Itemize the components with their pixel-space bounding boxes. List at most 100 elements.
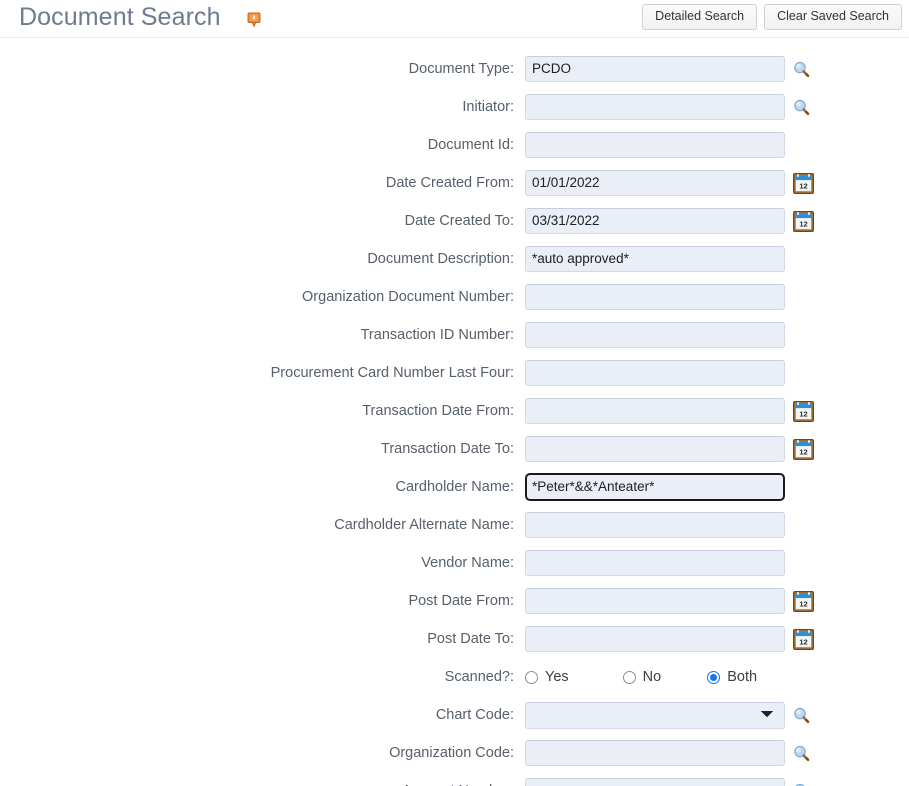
label-date-created-from: Date Created From:: [385, 174, 514, 191]
detailed-search-button[interactable]: Detailed Search: [642, 4, 758, 30]
icon-slot-empty: [785, 550, 817, 576]
magnifier-lookup-icon-account-number[interactable]: [785, 778, 817, 786]
input-cardholder-name[interactable]: [525, 473, 785, 501]
calendar-picker-icon-transaction-date-to[interactable]: 12: [785, 436, 817, 462]
radio-scanned-yes[interactable]: Yes: [525, 669, 569, 685]
field-transaction-date-to: 12: [525, 436, 817, 462]
input-post-date-to[interactable]: [525, 626, 785, 652]
magnifier-lookup-icon-chart-code[interactable]: [785, 702, 817, 728]
form-row-procurement-card-number-last-four: Procurement Card Number Last Four:: [0, 354, 909, 392]
document-search-form: Document Type: Initiator: Document Id: Date…: [0, 38, 909, 786]
form-row-cardholder-name: Cardholder Name:: [0, 468, 909, 506]
form-row-cardholder-alternate-name: Cardholder Alternate Name:: [0, 506, 909, 544]
field-organization-document-number: [525, 284, 817, 310]
label-organization-code: Organization Code:: [389, 744, 514, 761]
field-scanned: Yes No Both: [525, 664, 789, 690]
label-initiator: Initiator:: [462, 98, 514, 115]
help-tooltip-icon[interactable]: [247, 12, 261, 28]
calendar-picker-icon-date-created-to[interactable]: 12: [785, 208, 817, 234]
label-organization-document-number: Organization Document Number:: [302, 288, 514, 305]
magnifier-lookup-icon-initiator[interactable]: [785, 94, 817, 120]
svg-text:12: 12: [799, 219, 807, 228]
form-row-post-date-to: Post Date To: 12: [0, 620, 909, 658]
input-document-type[interactable]: [525, 56, 785, 82]
svg-text:12: 12: [799, 181, 807, 190]
label-post-date-to: Post Date To:: [427, 630, 514, 647]
form-row-document-id: Document Id:: [0, 126, 909, 164]
form-row-organization-document-number: Organization Document Number:: [0, 278, 909, 316]
field-post-date-from: 12: [525, 588, 817, 614]
label-document-type: Document Type:: [408, 60, 514, 77]
field-date-created-to: 12: [525, 208, 817, 234]
label-document-description: Document Description:: [367, 250, 514, 267]
field-chart-code: [525, 701, 817, 729]
radio-button-no[interactable]: [622, 670, 636, 684]
input-date-created-to[interactable]: [525, 208, 785, 234]
radio-label-yes: Yes: [545, 669, 569, 685]
svg-text:12: 12: [799, 409, 807, 418]
field-document-description: [525, 246, 817, 272]
radio-button-yes[interactable]: [525, 670, 538, 684]
field-vendor-name: [525, 550, 817, 576]
svg-text:12: 12: [799, 599, 807, 608]
label-chart-code: Chart Code:: [435, 706, 514, 723]
input-cardholder-alternate-name[interactable]: [525, 512, 785, 538]
input-procurement-card-number-last-four[interactable]: [525, 360, 785, 386]
select-chart-code[interactable]: [525, 701, 785, 729]
label-cardholder-alternate-name: Cardholder Alternate Name:: [334, 516, 514, 533]
radio-label-both: Both: [727, 669, 758, 685]
label-document-id: Document Id:: [427, 136, 514, 153]
label-procurement-card-number-last-four: Procurement Card Number Last Four:: [270, 364, 514, 381]
icon-slot-empty: [785, 284, 817, 310]
magnifier-lookup-icon-organization-code[interactable]: [785, 740, 817, 766]
field-transaction-date-from: 12: [525, 398, 817, 424]
form-row-account-number: Account Number:: [0, 772, 909, 786]
icon-slot-empty: [785, 474, 817, 500]
radio-scanned-no[interactable]: No: [622, 669, 662, 685]
form-row-document-description: Document Description:: [0, 240, 909, 278]
input-document-id[interactable]: [525, 132, 785, 158]
field-post-date-to: 12: [525, 626, 817, 652]
magnifier-lookup-icon-document-type[interactable]: [785, 56, 817, 82]
form-row-organization-code: Organization Code:: [0, 734, 909, 772]
field-initiator: [525, 94, 817, 120]
form-row-document-type: Document Type:: [0, 50, 909, 88]
calendar-picker-icon-post-date-to[interactable]: 12: [785, 626, 817, 652]
label-transaction-date-from: Transaction Date From:: [362, 402, 514, 419]
form-row-scanned: Scanned?: Yes No Both: [0, 658, 909, 696]
input-organization-code[interactable]: [525, 740, 785, 766]
form-row-chart-code: Chart Code:: [0, 696, 909, 734]
input-transaction-date-from[interactable]: [525, 398, 785, 424]
icon-slot-empty: [757, 664, 789, 690]
label-date-created-to: Date Created To:: [404, 212, 514, 229]
radio-group-scanned: Yes No Both: [525, 664, 757, 690]
calendar-picker-icon-post-date-from[interactable]: 12: [785, 588, 817, 614]
input-initiator[interactable]: [525, 94, 785, 120]
form-row-vendor-name: Vendor Name:: [0, 544, 909, 582]
radio-button-both[interactable]: [707, 670, 721, 684]
input-date-created-from[interactable]: [525, 170, 785, 196]
input-organization-document-number[interactable]: [525, 284, 785, 310]
form-row-transaction-date-from: Transaction Date From: 12: [0, 392, 909, 430]
form-row-date-created-to: Date Created To: 12: [0, 202, 909, 240]
input-transaction-date-to[interactable]: [525, 436, 785, 462]
form-row-transaction-id-number: Transaction ID Number:: [0, 316, 909, 354]
label-transaction-date-to: Transaction Date To:: [381, 440, 514, 457]
form-row-post-date-from: Post Date From: 12: [0, 582, 909, 620]
input-vendor-name[interactable]: [525, 550, 785, 576]
calendar-picker-icon-transaction-date-from[interactable]: 12: [785, 398, 817, 424]
input-post-date-from[interactable]: [525, 588, 785, 614]
field-date-created-from: 12: [525, 170, 817, 196]
input-document-description[interactable]: [525, 246, 785, 272]
field-transaction-id-number: [525, 322, 817, 348]
radio-scanned-both[interactable]: Both: [707, 669, 757, 685]
svg-text:12: 12: [799, 447, 807, 456]
input-account-number[interactable]: [525, 778, 785, 786]
field-account-number: [525, 778, 817, 786]
clear-saved-search-button[interactable]: Clear Saved Search: [764, 4, 902, 30]
field-document-type: [525, 56, 817, 82]
icon-slot-empty: [785, 246, 817, 272]
input-transaction-id-number[interactable]: [525, 322, 785, 348]
calendar-picker-icon-date-created-from[interactable]: 12: [785, 170, 817, 196]
radio-label-no: No: [642, 669, 662, 685]
